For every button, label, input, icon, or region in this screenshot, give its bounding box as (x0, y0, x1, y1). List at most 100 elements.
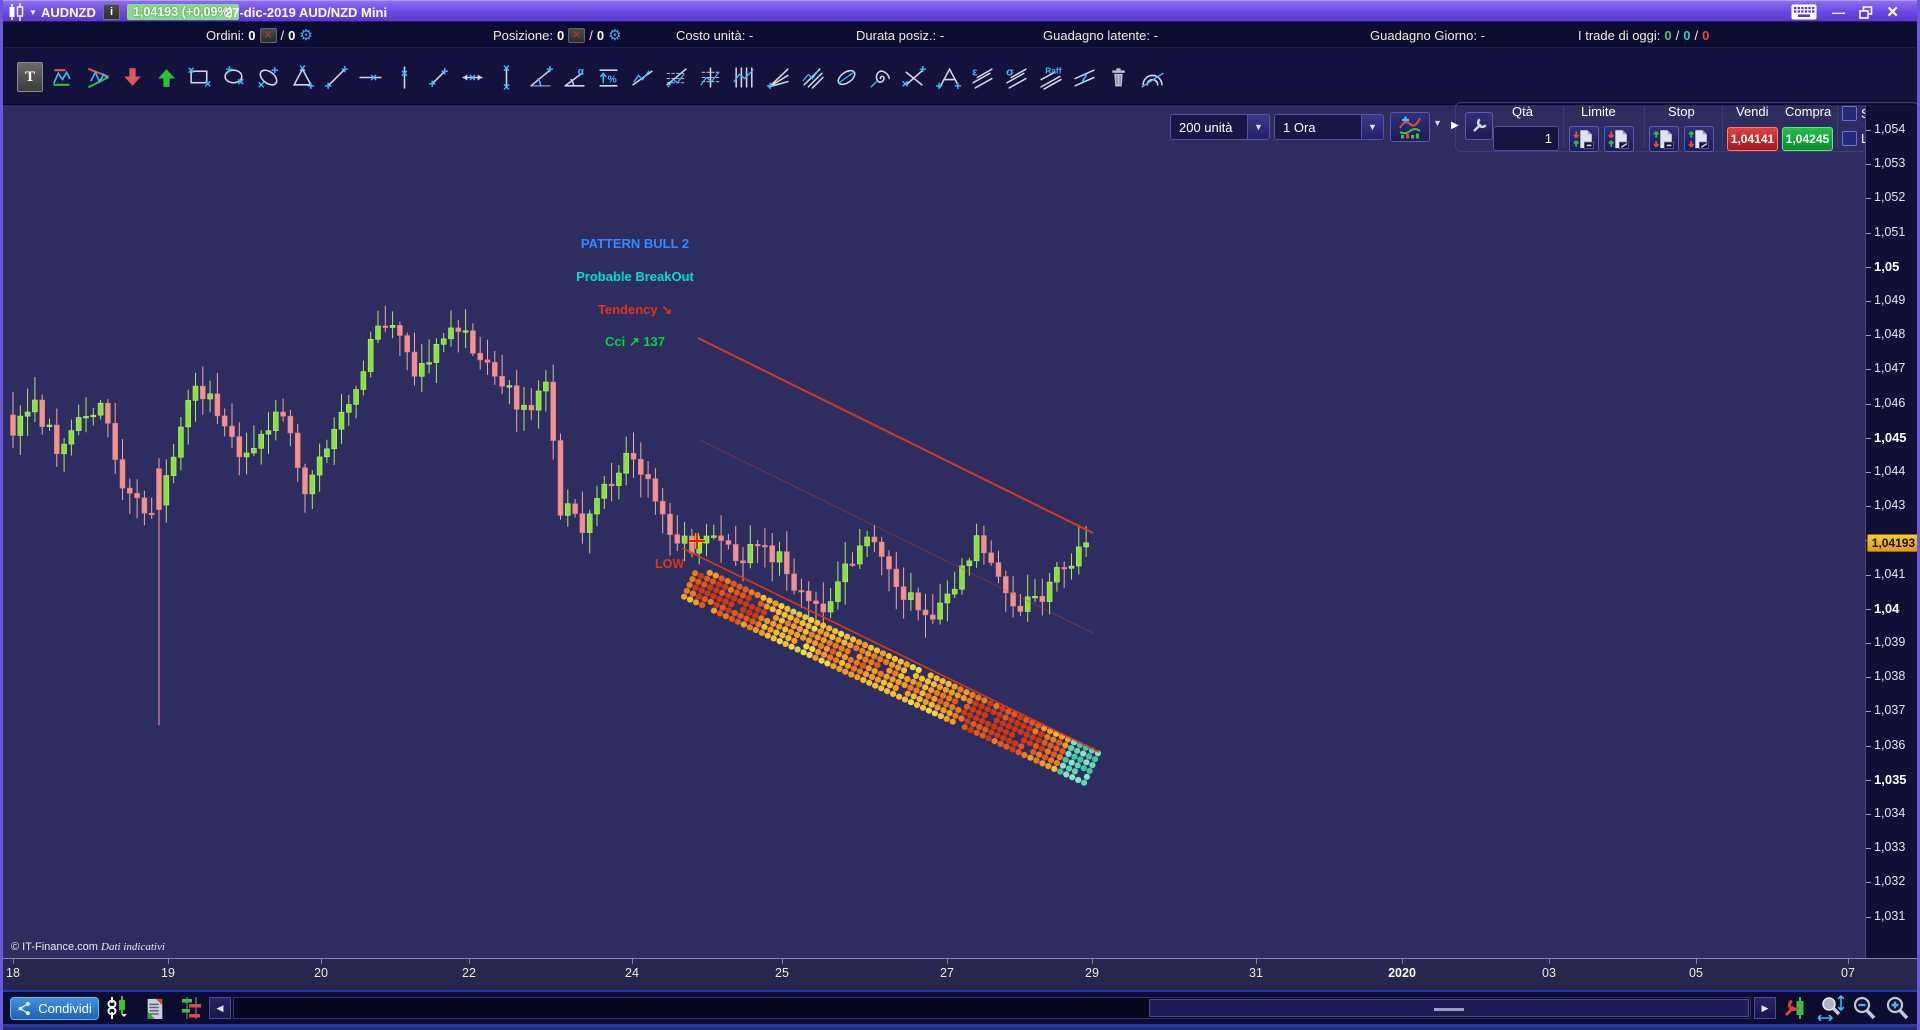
position-label: Posizione: (493, 28, 553, 43)
price-axis[interactable]: 1,0541,0531,0521,0511,051,0491,0481,0471… (1865, 105, 1920, 958)
epsilon-channel-icon[interactable]: ε (969, 62, 995, 92)
close-position-button[interactable]: ✕ (568, 28, 585, 43)
parallel-channel-icon[interactable] (1071, 62, 1097, 92)
restore-button[interactable] (1859, 1, 1873, 23)
scrollbar-thumb[interactable] (1149, 999, 1749, 1017)
price-tick-mark (1866, 609, 1871, 610)
linked-chart-icon[interactable] (103, 995, 131, 1021)
triangle-icon[interactable] (289, 62, 315, 92)
time-tick-label: 19 (161, 966, 175, 980)
time-tick-label: 24 (625, 966, 639, 980)
arc-fan-icon[interactable] (1139, 62, 1165, 92)
separator: / (281, 28, 285, 43)
pattern-double-top-icon[interactable] (51, 62, 77, 92)
scroll-right-button[interactable]: ▶ (1754, 997, 1776, 1019)
time-tick-label: 29 (1085, 966, 1099, 980)
svg-text:Raff: Raff (1045, 65, 1061, 75)
sigma-channel-icon[interactable]: σ (1003, 62, 1029, 92)
time-cycles-icon[interactable] (731, 62, 757, 92)
time-tick-mark (1848, 959, 1849, 964)
trades-won: 0 (1664, 28, 1671, 43)
compare-candles-icon[interactable] (178, 995, 206, 1021)
close-button[interactable]: ✕ (1886, 1, 1899, 23)
raff-channel-icon[interactable]: Raff (1037, 62, 1063, 92)
scroll-left-button[interactable]: ◀ (209, 997, 231, 1019)
drawing-tools-group: Tα% εσ Raff (17, 62, 1165, 92)
price-tick-label: 1,041 (1874, 567, 1905, 581)
zoom-out-icon[interactable] (1850, 995, 1878, 1021)
symbol-name: AUDNZD (41, 1, 96, 23)
orders-count: 0 (248, 28, 255, 43)
time-tick-label: 20 (314, 966, 328, 980)
pitchfork-icon[interactable] (935, 62, 961, 92)
price-tick-mark (1866, 369, 1871, 370)
arrow-up-icon[interactable] (153, 62, 179, 92)
alpha-angle-icon[interactable]: α (561, 62, 587, 92)
rectangle-icon[interactable] (187, 62, 213, 92)
trendline-icon[interactable] (323, 62, 349, 92)
price-tick-label: 1,035 (1874, 772, 1907, 787)
zoom-selection-icon[interactable] (1817, 995, 1845, 1021)
cancel-orders-button[interactable]: ✕ (260, 28, 277, 43)
titlebar[interactable]: ▼ AUDNZD i 1,04193 (+0,09%) 27-dic-2019 … (3, 0, 1917, 22)
fibonacci-retracement-icon[interactable] (663, 62, 689, 92)
trash-icon[interactable] (1105, 62, 1131, 92)
price-tick-label: 1,038 (1874, 669, 1905, 683)
gann-fan-icon[interactable] (765, 62, 791, 92)
spiral-icon[interactable] (867, 62, 893, 92)
time-axis[interactable]: 1819202224252729312020030507 (3, 958, 1917, 990)
time-tick-mark (321, 959, 322, 964)
chart-scrollbar[interactable] (233, 997, 1751, 1019)
percent-variation-icon[interactable]: % (595, 62, 621, 92)
zigzag-icon[interactable] (629, 62, 655, 92)
minimize-button[interactable]: — (1832, 1, 1845, 23)
share-button[interactable]: Condividi (10, 997, 99, 1020)
time-tick-mark (1256, 959, 1257, 964)
price-tick-mark (1866, 472, 1871, 473)
separator: / (1676, 28, 1680, 43)
candlestick-chart[interactable] (3, 105, 1865, 958)
segment-icon[interactable] (425, 62, 451, 92)
price-tick-mark (1866, 506, 1871, 507)
scrollbar-grip (1434, 1008, 1464, 1011)
trades-today-label: I trade di oggi: (1578, 28, 1660, 43)
trend-angle-icon[interactable] (527, 62, 553, 92)
vertical-extended-line-icon[interactable] (493, 62, 519, 92)
fibonacci-ellipse-icon[interactable] (833, 62, 859, 92)
speed-lines-icon[interactable] (799, 62, 825, 92)
info-button[interactable]: i (103, 4, 120, 20)
extended-line-icon[interactable] (459, 62, 485, 92)
time-tick-mark (782, 959, 783, 964)
text-tool[interactable]: T (17, 62, 43, 92)
crossed-lines-icon[interactable] (901, 62, 927, 92)
arrow-down-icon[interactable] (119, 62, 145, 92)
price-tick-label: 1,049 (1874, 293, 1905, 307)
position-count-2: 0 (597, 28, 604, 43)
report-icon[interactable] (141, 995, 169, 1021)
price-tick-mark (1866, 643, 1871, 644)
price-tick-label: 1,045 (1874, 430, 1907, 445)
horizontal-line-icon[interactable] (357, 62, 383, 92)
position-settings-gear-icon[interactable]: ⚙ (608, 28, 621, 43)
pattern-annotation-4: Cci ↗ 137 (605, 334, 665, 350)
orders-settings-gear-icon[interactable]: ⚙ (299, 28, 312, 43)
time-tick-mark (1092, 959, 1093, 964)
time-tick-label: 18 (6, 966, 20, 980)
copyright-text: © IT-Finance.com (11, 941, 98, 953)
fibonacci-projection-icon[interactable] (697, 62, 723, 92)
candlestick-logo-icon (8, 1, 25, 23)
price-tick-label: 1,054 (1874, 122, 1905, 136)
time-tick-label: 03 (1542, 966, 1556, 980)
symbol-dropdown-caret-icon[interactable]: ▼ (29, 1, 37, 23)
tilted-ellipse-icon[interactable] (255, 62, 281, 92)
chart-settings-icon[interactable] (1782, 995, 1810, 1021)
pattern-wedge-icon[interactable] (85, 62, 111, 92)
keyboard-icon[interactable] (1791, 1, 1817, 23)
vertical-line-icon[interactable] (391, 62, 417, 92)
price-tick-label: 1,037 (1874, 703, 1905, 717)
separator: / (589, 28, 593, 43)
ellipse-icon[interactable] (221, 62, 247, 92)
zoom-in-icon[interactable] (1883, 995, 1911, 1021)
price-tick-label: 1,044 (1874, 464, 1905, 478)
position-statusbar: Ordini: 0 ✕ / 0 ⚙ Posizione: 0 ✕ / 0 ⚙ C… (3, 22, 1917, 48)
